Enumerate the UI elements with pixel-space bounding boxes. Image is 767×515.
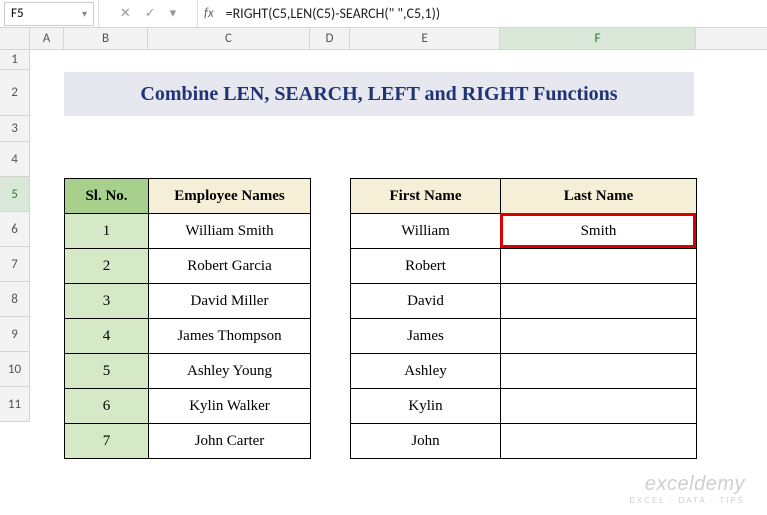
name-box-dropdown-icon[interactable]: ▾ bbox=[82, 7, 87, 20]
cell-name[interactable]: David Miller bbox=[149, 284, 311, 319]
col-header-C[interactable]: C bbox=[148, 28, 310, 49]
cancel-icon[interactable]: ✕ bbox=[120, 6, 131, 21]
cell-sl[interactable]: 3 bbox=[65, 284, 149, 319]
col-header-F[interactable]: F bbox=[500, 28, 696, 49]
cell-first[interactable]: David bbox=[351, 284, 501, 319]
cell-name[interactable]: James Thompson bbox=[149, 319, 311, 354]
cell-sl[interactable]: 2 bbox=[65, 249, 149, 284]
cell-last[interactable] bbox=[501, 424, 697, 459]
cell-name[interactable]: Ashley Young bbox=[149, 354, 311, 389]
cell-name[interactable]: William Smith bbox=[149, 214, 311, 249]
row-header-1[interactable]: 1 bbox=[0, 50, 30, 70]
cell-sl[interactable]: 4 bbox=[65, 319, 149, 354]
cell-first[interactable]: Ashley bbox=[351, 354, 501, 389]
cell-name[interactable]: Kylin Walker bbox=[149, 389, 311, 424]
employee-table: Sl. No. Employee Names 1William Smith 2R… bbox=[64, 178, 311, 459]
accept-icon[interactable]: ✓ bbox=[145, 6, 156, 21]
row-header-3[interactable]: 3 bbox=[0, 116, 30, 142]
col-header-D[interactable]: D bbox=[310, 28, 350, 49]
worksheet-grid: A B C D E F 1 2 3 4 5 6 7 8 9 10 11 Comb… bbox=[0, 28, 767, 470]
row-header-5[interactable]: 5 bbox=[0, 177, 30, 212]
th-first-name[interactable]: First Name bbox=[351, 179, 501, 214]
formula-dropdown-icon[interactable]: ▾ bbox=[170, 6, 177, 21]
cell-sl[interactable]: 7 bbox=[65, 424, 149, 459]
cell-last[interactable] bbox=[501, 389, 697, 424]
row-header-7[interactable]: 7 bbox=[0, 247, 30, 282]
rows-container: 1 2 3 4 5 6 7 8 9 10 11 Combine LEN, SEA… bbox=[0, 50, 767, 470]
table-row: Kylin bbox=[351, 389, 697, 424]
formula-input[interactable]: =RIGHT(C5,LEN(C5)-SEARCH(" ",C5,1)) bbox=[222, 5, 767, 22]
table-row: 4James Thompson bbox=[65, 319, 311, 354]
table-row: James bbox=[351, 319, 697, 354]
cell-last[interactable] bbox=[501, 249, 697, 284]
row-header-6[interactable]: 6 bbox=[0, 212, 30, 247]
row-header-10[interactable]: 10 bbox=[0, 352, 30, 387]
table-row: WilliamSmith bbox=[351, 214, 697, 249]
cell-first[interactable]: Robert bbox=[351, 249, 501, 284]
table-row: 2Robert Garcia bbox=[65, 249, 311, 284]
cell-sl[interactable]: 6 bbox=[65, 389, 149, 424]
table-row: Ashley bbox=[351, 354, 697, 389]
watermark-subtitle: EXCEL · DATA · TIPS bbox=[630, 496, 746, 505]
cell-first[interactable]: Kylin bbox=[351, 389, 501, 424]
column-headers: A B C D E F bbox=[0, 28, 767, 50]
col-header-A[interactable]: A bbox=[30, 28, 64, 49]
th-last-name[interactable]: Last Name bbox=[501, 179, 697, 214]
table-row: 7John Carter bbox=[65, 424, 311, 459]
cell-name[interactable]: John Carter bbox=[149, 424, 311, 459]
row-header-4[interactable]: 4 bbox=[0, 142, 30, 177]
row-header-9[interactable]: 9 bbox=[0, 317, 30, 352]
page-title: Combine LEN, SEARCH, LEFT and RIGHT Func… bbox=[64, 72, 694, 116]
cell-sl[interactable]: 5 bbox=[65, 354, 149, 389]
select-all-corner[interactable] bbox=[0, 28, 30, 49]
formula-bar-controls: ✕ ✓ ▾ bbox=[98, 0, 198, 27]
table-row: John bbox=[351, 424, 697, 459]
table-row: 1William Smith bbox=[65, 214, 311, 249]
cell-first[interactable]: William bbox=[351, 214, 501, 249]
fx-label[interactable]: fx bbox=[204, 6, 214, 21]
th-employee-names[interactable]: Employee Names bbox=[149, 179, 311, 214]
watermark: exceldemy EXCEL · DATA · TIPS bbox=[630, 473, 746, 505]
cell-first[interactable]: John bbox=[351, 424, 501, 459]
row-header-8[interactable]: 8 bbox=[0, 282, 30, 317]
name-box[interactable]: F5 ▾ bbox=[4, 2, 94, 26]
name-box-value: F5 bbox=[11, 6, 24, 21]
name-split-table: First Name Last Name WilliamSmith Robert… bbox=[350, 178, 697, 459]
table-row: 3David Miller bbox=[65, 284, 311, 319]
row-header-2[interactable]: 2 bbox=[0, 70, 30, 116]
cell-first[interactable]: James bbox=[351, 319, 501, 354]
table-row: David bbox=[351, 284, 697, 319]
cell-sl[interactable]: 1 bbox=[65, 214, 149, 249]
watermark-title: exceldemy bbox=[630, 473, 746, 496]
cell-last[interactable] bbox=[501, 319, 697, 354]
table-row: 6Kylin Walker bbox=[65, 389, 311, 424]
row-header-11[interactable]: 11 bbox=[0, 387, 30, 422]
col-header-B[interactable]: B bbox=[64, 28, 148, 49]
cell-last[interactable]: Smith bbox=[501, 214, 697, 249]
col-header-E[interactable]: E bbox=[350, 28, 500, 49]
cell-name[interactable]: Robert Garcia bbox=[149, 249, 311, 284]
th-sl-no[interactable]: Sl. No. bbox=[65, 179, 149, 214]
table-row: 5Ashley Young bbox=[65, 354, 311, 389]
table-row: Robert bbox=[351, 249, 697, 284]
formula-bar: F5 ▾ ✕ ✓ ▾ fx =RIGHT(C5,LEN(C5)-SEARCH("… bbox=[0, 0, 767, 28]
cell-last[interactable] bbox=[501, 284, 697, 319]
cell-last[interactable] bbox=[501, 354, 697, 389]
